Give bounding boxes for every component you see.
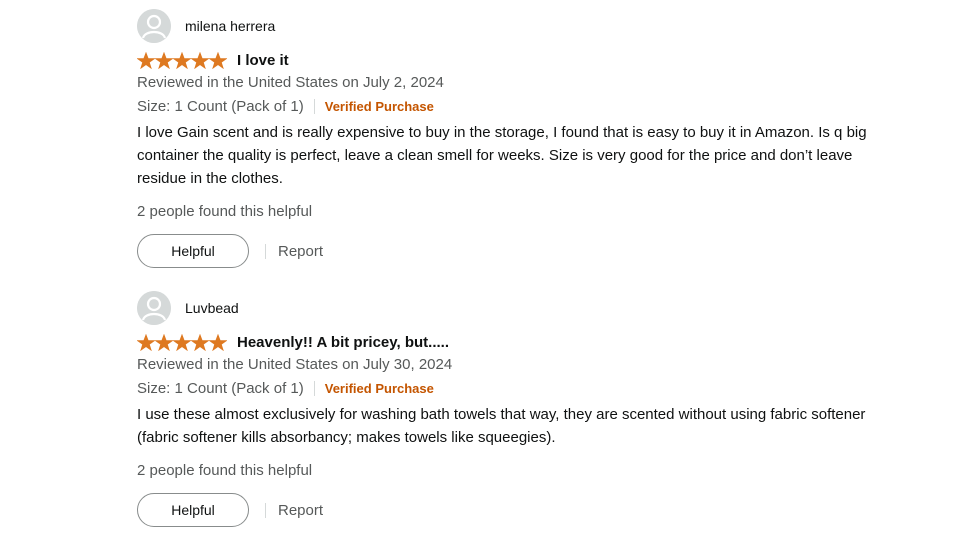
variant-size[interactable]: Size: 1 Count (Pack of 1) <box>137 98 304 115</box>
helpful-count: 2 people found this helpful <box>137 203 313 220</box>
divider <box>265 502 266 518</box>
helpful-button[interactable]: Helpful <box>137 493 249 527</box>
variant-size[interactable]: Size: 1 Count (Pack of 1) <box>137 380 304 397</box>
review-title[interactable]: I love it <box>237 52 289 69</box>
star-rating[interactable] <box>137 333 227 351</box>
review-2: Luvbead Heavenly!! A bit pricey, but....… <box>137 290 897 527</box>
user-avatar-icon <box>137 9 171 43</box>
verified-purchase-badge: Verified Purchase <box>324 380 434 396</box>
review-date: Reviewed in the United States on July 2,… <box>137 74 444 91</box>
star-icon <box>137 51 155 69</box>
divider <box>265 243 266 259</box>
review-body: I use these almost exclusively for washi… <box>137 406 866 446</box>
user-avatar-icon <box>137 291 171 325</box>
star-icon <box>155 51 173 69</box>
review-1: milena herrera I love it Reviewed in the… <box>137 8 897 268</box>
star-icon <box>173 333 191 351</box>
star-icon <box>137 333 155 351</box>
helpful-button[interactable]: Helpful <box>137 234 249 268</box>
star-icon <box>209 51 227 69</box>
report-link[interactable]: Report <box>278 502 323 519</box>
review-profile[interactable]: milena herrera <box>137 8 897 44</box>
star-icon <box>173 51 191 69</box>
report-link[interactable]: Report <box>278 243 323 260</box>
star-icon <box>191 333 209 351</box>
star-icon <box>155 333 173 351</box>
verified-purchase-badge: Verified Purchase <box>324 98 434 114</box>
review-profile[interactable]: Luvbead <box>137 290 897 326</box>
review-title[interactable]: Heavenly!! A bit pricey, but..... <box>237 334 449 351</box>
review-date: Reviewed in the United States on July 30… <box>137 356 453 373</box>
star-icon <box>191 51 209 69</box>
helpful-count: 2 people found this helpful <box>137 462 313 479</box>
review-body: I love Gain scent and is really expensiv… <box>137 124 867 187</box>
profile-name[interactable]: milena herrera <box>185 18 275 34</box>
profile-name[interactable]: Luvbead <box>185 300 239 316</box>
star-icon <box>209 333 227 351</box>
star-rating[interactable] <box>137 51 227 69</box>
divider <box>313 98 315 114</box>
divider <box>313 380 315 396</box>
